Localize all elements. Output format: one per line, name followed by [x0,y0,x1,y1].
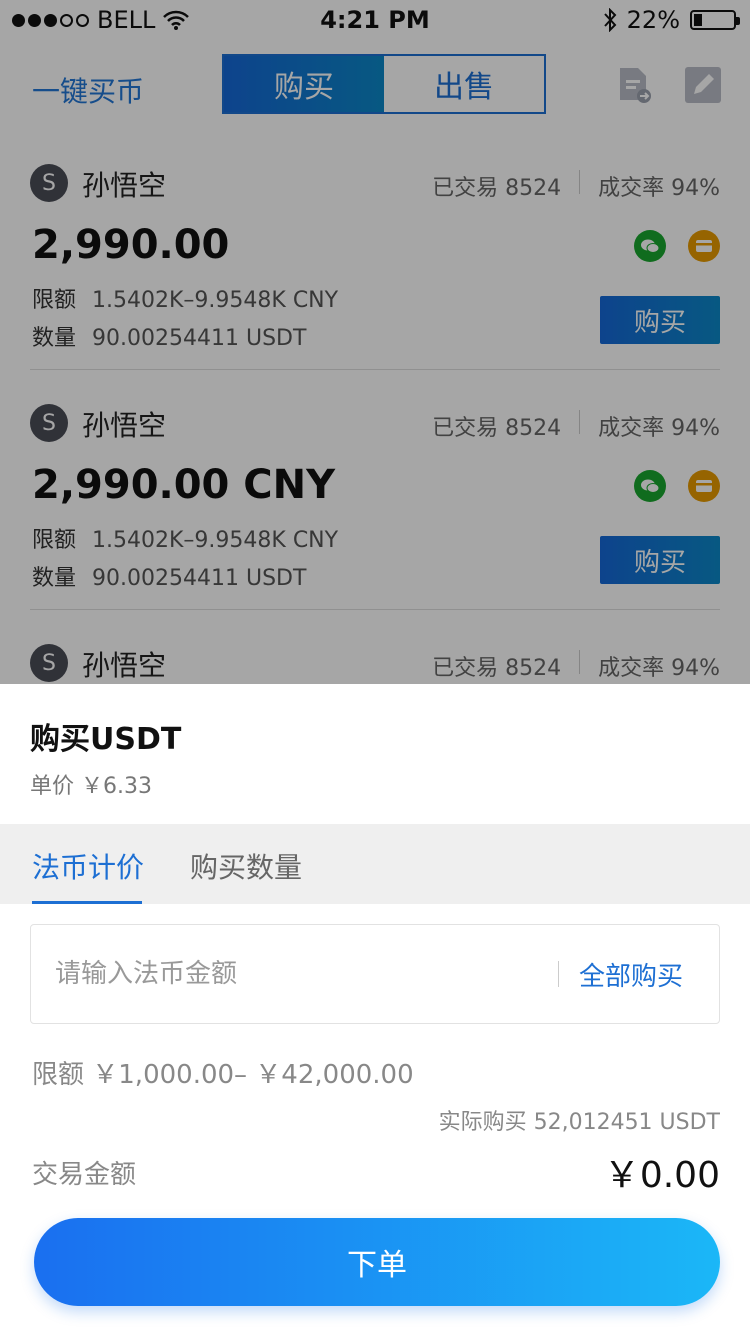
unit-price: 单价 ￥6.33 [30,774,152,799]
sheet-title: 购买USDT [30,722,182,757]
tab-fiat-pricing[interactable]: 法币计价 [32,846,144,886]
screen: BELL 4:21 PM 22% 一键买币 购买 出售 S 孙悟空 已交易 85… [0,0,750,1334]
actual-purchase: 实际购买 52,012451 USDT [438,1110,720,1135]
tab-buy-quantity[interactable]: 购买数量 [190,846,302,886]
fiat-amount-input[interactable] [31,959,558,989]
trade-amount-value: ￥0.00 [603,1155,720,1196]
buy-all-button[interactable]: 全部购买 [579,956,683,993]
pricing-tabs: 法币计价 购买数量 [0,824,750,904]
trade-amount-label: 交易金额 [32,1160,137,1190]
divider [557,961,559,987]
active-tab-indicator [32,901,142,904]
buy-bottom-sheet: 购买USDT 单价 ￥6.33 法币计价 购买数量 全部购买 限额 ￥1,000… [0,684,750,1334]
amount-input-box: 全部购买 [30,924,720,1024]
place-order-button[interactable]: 下单 [34,1218,720,1306]
modal-backdrop[interactable] [0,0,750,684]
limit-text: 限额 ￥1,000.00– ￥42,000.00 [32,1060,414,1090]
